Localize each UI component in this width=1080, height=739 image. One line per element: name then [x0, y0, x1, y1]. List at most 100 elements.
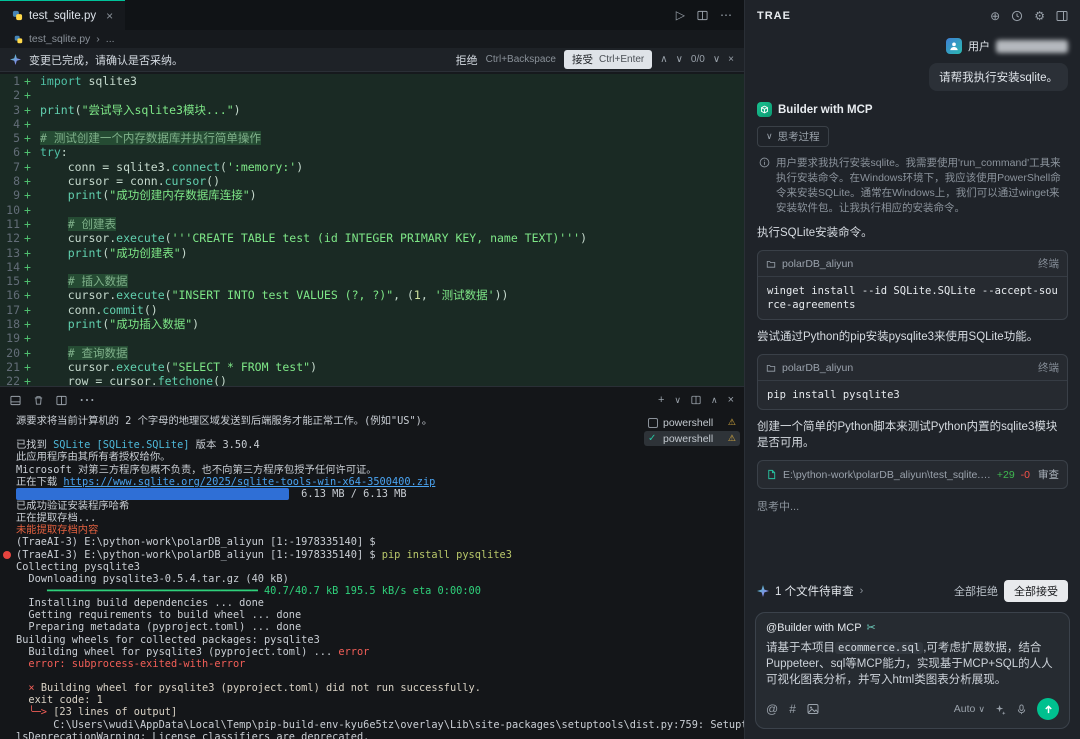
folder-icon [766, 363, 776, 373]
code-line[interactable]: 9+ print("成功创建内存数据库连接") [0, 188, 744, 202]
thinking-toggle[interactable]: ∨ 思考过程 [757, 126, 829, 147]
close-notice-icon[interactable]: × [728, 54, 734, 65]
breadcrumb-file[interactable]: test_sqlite.py [29, 33, 90, 45]
breadcrumb-more[interactable]: ... [106, 33, 115, 45]
reject-button[interactable]: 拒绝 [456, 52, 478, 68]
code-line[interactable]: 12+ cursor.execute('''CREATE TABLE test … [0, 231, 744, 245]
microphone-icon[interactable] [1016, 704, 1027, 715]
code-line[interactable]: 19+ [0, 331, 744, 345]
code-line[interactable]: 8+ cursor = conn.cursor() [0, 174, 744, 188]
accept-button[interactable]: 接受 Ctrl+Enter [564, 50, 652, 69]
next-change-icon[interactable]: ∨ [676, 54, 683, 65]
chat-messages[interactable]: 用户 请帮我执行安装sqlite。 Builder with MCP ∨ 思考过… [745, 32, 1080, 572]
code-line[interactable]: 1+import sqlite3 [0, 74, 744, 88]
code-line[interactable]: 4+ [0, 117, 744, 131]
removed-lines: -0 [1021, 469, 1030, 481]
split-editor-icon[interactable] [697, 10, 708, 21]
task-label: powershell [663, 433, 723, 445]
code-line[interactable]: 16+ cursor.execute("INSERT INTO test VAL… [0, 288, 744, 302]
more-terminal-icon[interactable]: ⋯ [79, 390, 95, 410]
code-line[interactable]: 10+ [0, 203, 744, 217]
command-text: pip install pysqlite3 [758, 380, 1067, 409]
redacted-username [996, 40, 1068, 53]
tab-test-sqlite[interactable]: test_sqlite.py × [0, 0, 125, 30]
terminal-dropdown-icon[interactable]: ∨ [674, 395, 681, 406]
dropdown-chevron-icon[interactable]: ∨ [713, 54, 720, 65]
line-gutter: 21+ [0, 360, 40, 374]
panel-layout-icon[interactable] [10, 395, 21, 406]
code-line[interactable]: 13+ print("成功创建表") [0, 246, 744, 260]
code-line[interactable]: 18+ print("成功插入数据") [0, 317, 744, 331]
code-line[interactable]: 7+ conn = sqlite3.connect(':memory:') [0, 160, 744, 174]
breadcrumb[interactable]: test_sqlite.py › ... [0, 30, 744, 48]
code-line[interactable]: 17+ conn.commit() [0, 303, 744, 317]
chat-input-text[interactable]: 请基于本项目ecommerce.sql,可考虑扩展数据，结合Puppeteer、… [766, 640, 1059, 688]
chat-input-card[interactable]: @Builder with MCP ✂ 请基于本项目ecommerce.sql,… [755, 612, 1070, 729]
mode-selector[interactable]: Auto ∨ [954, 703, 985, 715]
terminal-task-powershell[interactable]: powershell⚠ [644, 415, 740, 430]
terminal-line: ╰─> [23 lines of output] [8, 706, 744, 718]
code-line[interactable]: 6+try: [0, 145, 744, 159]
settings-icon[interactable]: ⚙ [1034, 9, 1045, 23]
line-gutter: 13+ [0, 246, 40, 260]
chevron-down-icon: ∨ [978, 704, 985, 715]
python-file-icon [12, 10, 23, 21]
code-line[interactable]: 21+ cursor.execute("SELECT * FROM test") [0, 360, 744, 374]
accept-all-button[interactable]: 全部接受 [1004, 580, 1068, 602]
agent-header: Builder with MCP [757, 102, 1068, 117]
tab-close-icon[interactable]: × [106, 9, 113, 23]
terminal-line [8, 670, 744, 682]
terminal-line: Getting requirements to build wheel ... … [8, 609, 744, 621]
reject-all-button[interactable]: 全部拒绝 [954, 583, 998, 599]
split-pane-icon[interactable] [691, 395, 701, 405]
ai-chat-panel: TRAE ⊕ ⚙ 用户 请帮我执行安装sqlite。 [745, 0, 1080, 739]
sparkle-icon [757, 585, 769, 597]
changed-file-card[interactable]: E:\python-work\polarDB_aliyun\test_sqlit… [757, 460, 1068, 489]
prev-change-icon[interactable]: ∧ [660, 54, 667, 65]
sparkle-icon [10, 54, 21, 65]
run-button[interactable]: ▷ [676, 8, 685, 22]
enhance-prompt-icon[interactable] [995, 704, 1006, 715]
code-line[interactable]: 22+ row = cursor.fetchone() [0, 374, 744, 386]
tab-bar: test_sqlite.py × ▷ ⋯ [0, 0, 744, 30]
line-gutter: 15+ [0, 274, 40, 288]
terminal-line: ━━━━━━━━━━━━━━━━━━━━━━━━━━━━━━━━━━ 40.7/… [8, 585, 744, 597]
new-terminal-icon[interactable]: + [658, 394, 664, 406]
mention-icon[interactable]: @ [766, 702, 778, 716]
sql-file-chip[interactable]: ecommerce.sql [835, 642, 923, 654]
maximize-panel-icon[interactable]: ∧ [711, 395, 718, 406]
line-gutter: 20+ [0, 346, 40, 360]
trash-icon[interactable] [33, 395, 44, 406]
code-line[interactable]: 2+ [0, 88, 744, 102]
command-card[interactable]: polarDB_aliyun 终端 pip install pysqlite3 [757, 354, 1068, 410]
code-line[interactable]: 15+ # 插入数据 [0, 274, 744, 288]
terminal-task-powershell[interactable]: ✓powershell⚠ [644, 431, 740, 446]
more-actions-icon[interactable]: ⋯ [720, 8, 732, 22]
line-gutter: 17+ [0, 303, 40, 317]
send-button[interactable] [1037, 698, 1059, 720]
review-button[interactable]: 审查 [1038, 467, 1059, 482]
terminal-panel[interactable]: ⋯ + ∨ ∧ × 源要求将当前计算机的 2 个字母的地理区域发送到后端服务才能… [0, 386, 744, 739]
panel-toggle-icon[interactable] [1056, 10, 1068, 22]
agent-mention[interactable]: @Builder with MCP [766, 622, 862, 634]
code-line[interactable]: 3+print("尝试导入sqlite3模块...") [0, 103, 744, 117]
code-area[interactable]: 1+import sqlite32+3+print("尝试导入sqlite3模块… [0, 72, 744, 386]
history-icon[interactable] [1011, 10, 1023, 22]
code-line[interactable]: 14+ [0, 260, 744, 274]
workspace-name: polarDB_aliyun [782, 258, 853, 270]
code-line[interactable]: 20+ # 查询数据 [0, 346, 744, 360]
terminal-line: 已找到 SQLite [SQLite.SQLite] 版本 3.50.4 [8, 439, 744, 451]
command-card[interactable]: polarDB_aliyun 终端 winget install --id SQ… [757, 250, 1068, 320]
added-lines: +29 [997, 469, 1015, 481]
split-terminal-icon[interactable] [56, 395, 67, 406]
terminal-body[interactable]: 源要求将当前计算机的 2 个字母的地理区域发送到后端服务才能正常工作。(例如"U… [0, 413, 744, 739]
code-line[interactable]: 5+# 测试创建一个内存数据库并执行简单操作 [0, 131, 744, 145]
context-icon[interactable]: # [789, 702, 796, 716]
file-path: E:\python-work\polarDB_aliyun\test_sqlit… [783, 469, 991, 481]
new-chat-icon[interactable]: ⊕ [990, 9, 1000, 23]
thinking-content: 用户要求我执行安装sqlite。我需要使用'run_command'工具来执行安… [757, 156, 1068, 216]
image-attach-icon[interactable] [807, 703, 819, 715]
pending-review-label[interactable]: 1 个文件待审查 [775, 583, 854, 599]
close-panel-icon[interactable]: × [728, 394, 734, 406]
code-line[interactable]: 11+ # 创建表 [0, 217, 744, 231]
